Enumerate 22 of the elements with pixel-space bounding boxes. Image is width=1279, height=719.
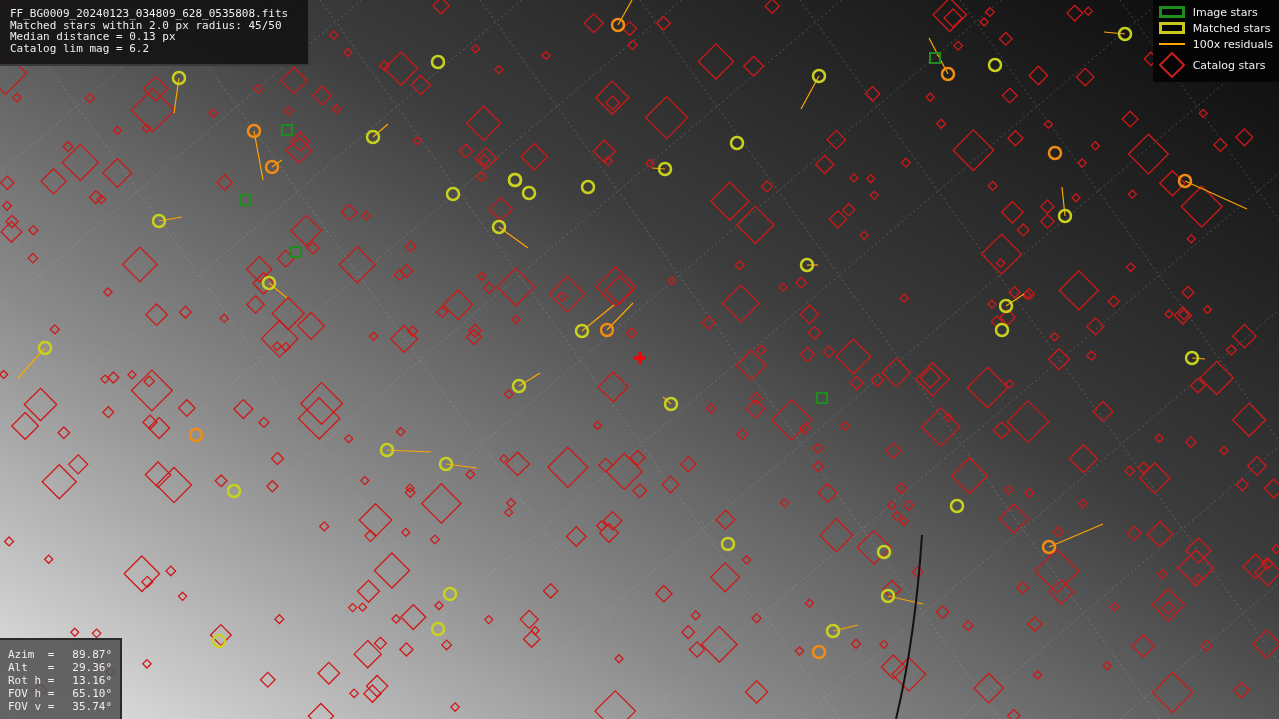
square-swatch-icon [1158,22,1185,34]
info-line: Matched stars within 2.0 px radius: 45/50 [10,19,282,31]
parameter-value: 29.36° [72,661,114,674]
diamond-swatch-icon [1158,52,1185,78]
info-line: FF_BG0009_20240123_034809_628_0535808.fits [10,8,290,20]
parameter-value: 35.74° [72,700,114,713]
parameter-label: Alt = [8,661,56,674]
parameter-value: 65.10° [72,687,114,700]
parameter-value: 89.87° [72,648,114,661]
info-line: Median distance = 0.13 px [10,31,176,43]
parameter-label: Rot h = [8,674,56,687]
parameter-label: FOV h = [8,687,56,700]
legend-label: Image stars [1192,5,1258,19]
square-swatch-icon [1158,6,1185,18]
parameter-value: 13.16° [72,674,114,687]
line-swatch-icon [1158,43,1185,45]
parameter-label: Azim = [8,648,56,661]
legend-label: Catalog stars [1192,58,1266,72]
legend-label: Matched stars [1192,21,1271,35]
parameter-label: FOV v = [8,700,56,713]
legend-label: 100x residuals [1192,37,1273,51]
info-line: Catalog lim mag = 6.2 [10,42,151,54]
